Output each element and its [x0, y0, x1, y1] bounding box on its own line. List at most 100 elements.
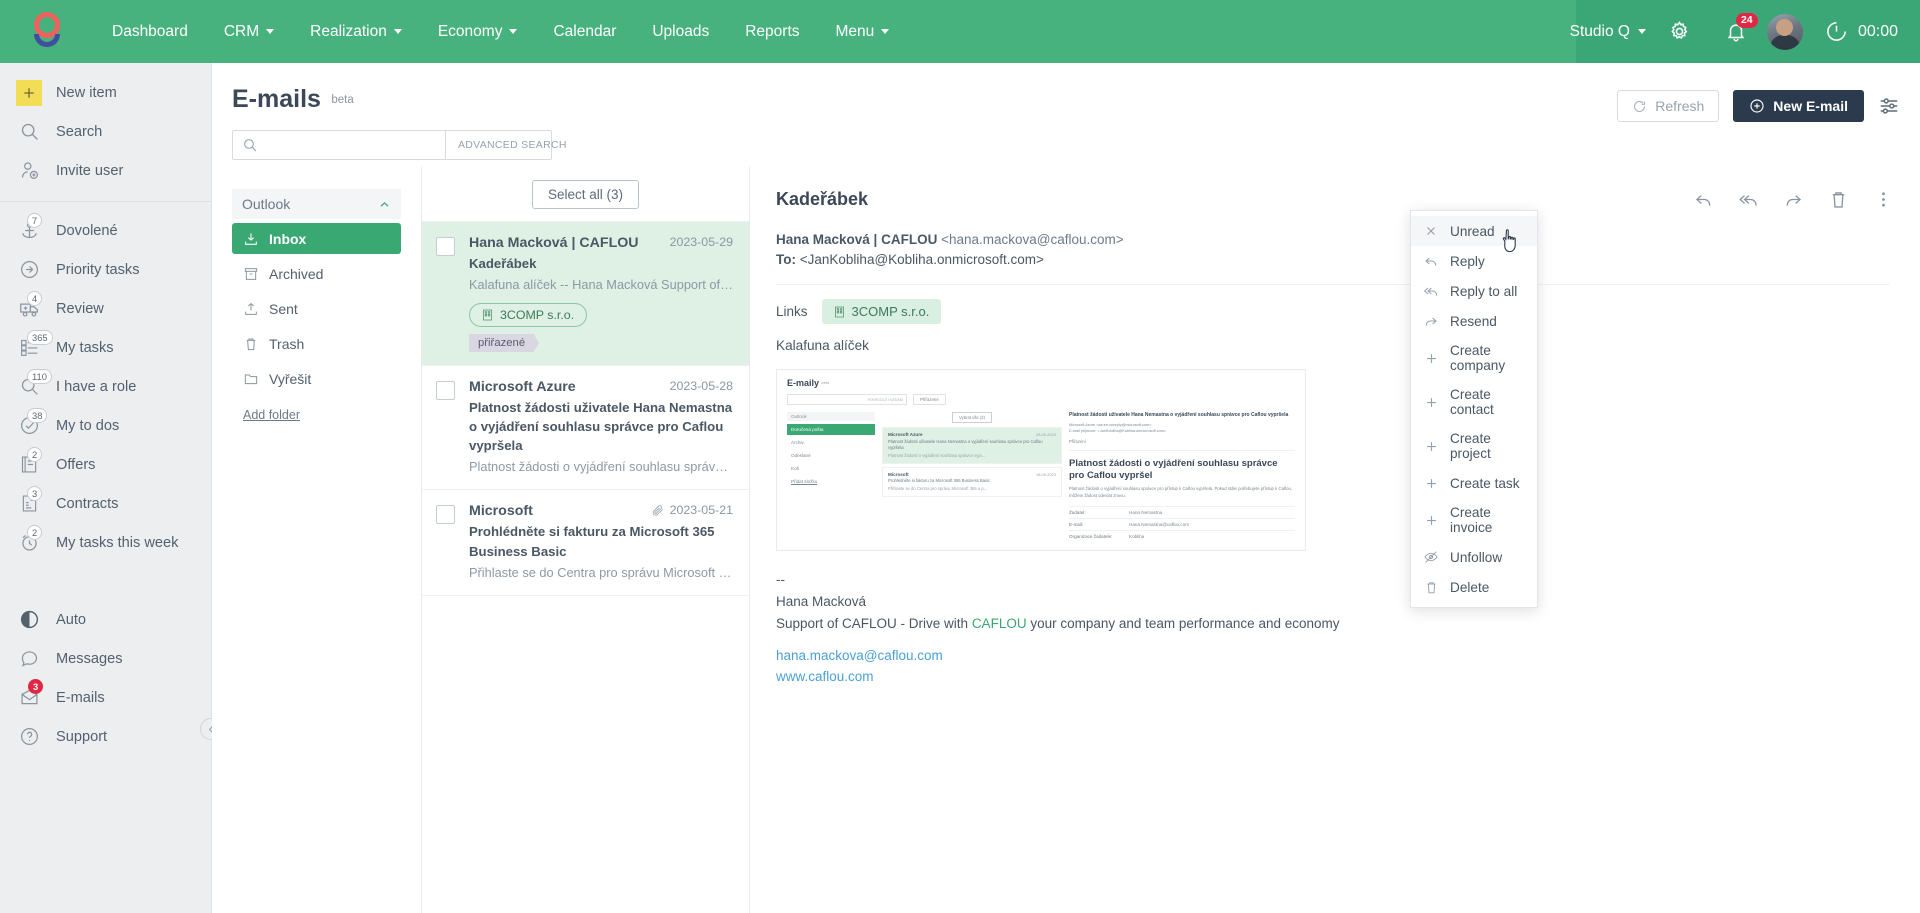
refresh-button[interactable]: Refresh	[1617, 90, 1720, 122]
sidebar-item-label: Auto	[56, 611, 87, 628]
advanced-search-button[interactable]: ADVANCED SEARCH	[445, 131, 579, 159]
sidebar-item-messages[interactable]: Messages	[0, 639, 211, 678]
mail-item-sender: Microsoft	[469, 503, 533, 520]
mail-detail-to: To: <JanKobliha@Kobliha.onmicrosoft.com>	[776, 252, 1890, 267]
more-options-icon[interactable]	[1873, 189, 1894, 210]
nav-item-reports[interactable]: Reports	[727, 0, 817, 63]
reply-all-icon	[1423, 283, 1439, 299]
shot-panel-heading: Platnost žádosti o vyjádření souhlasu sp…	[1069, 457, 1278, 481]
folder-item-vyresit[interactable]: Vyřešit	[232, 363, 401, 394]
shot-cell-value: Hana Nemastna	[1129, 509, 1163, 515]
context-menu-item-create-company[interactable]: Create company	[1411, 336, 1537, 380]
context-menu-item-delete[interactable]: Delete	[1411, 572, 1537, 602]
mail-list-item[interactable]: Microsoft Azure 2023-05-28 Platnost žádo…	[422, 366, 749, 491]
mail-detail-from-name: Hana Macková | CAFLOU	[776, 232, 938, 247]
nav-item-realization[interactable]: Realization	[292, 0, 420, 63]
timer-widget[interactable]: 00:00	[1825, 20, 1898, 43]
search-input[interactable]	[258, 137, 445, 153]
signature-web-link[interactable]: www.caflou.com	[776, 669, 874, 684]
mail-item-checkbox[interactable]	[436, 381, 455, 401]
context-menu-item-create-invoice[interactable]: Create invoice	[1411, 498, 1537, 542]
mail-list-item[interactable]: Microsoft 2023-05-21 Prohlédněte si fakt…	[422, 490, 749, 596]
sidebar-item-emails[interactable]: 3 E-mails	[0, 678, 211, 717]
nav-label: CRM	[223, 22, 260, 40]
folder-item-trash[interactable]: Trash	[232, 328, 401, 359]
sidebar-item-my-tasks-this-week[interactable]: 2 My tasks this week	[0, 523, 211, 562]
chevron-down-icon	[266, 29, 275, 34]
context-menu-item-reply[interactable]: Reply	[1411, 246, 1537, 276]
sidebar-item-review[interactable]: 4 Review	[0, 289, 211, 328]
sidebar-badge: 365	[27, 329, 53, 345]
sidebar-item-dovolene[interactable]: 7 Dovolené	[0, 211, 211, 250]
notifications-badge: 24	[1735, 12, 1758, 28]
workspace-label: Studio Q	[1569, 22, 1630, 40]
sidebar-badge: 7	[27, 212, 43, 228]
context-menu-item-reply-to-all[interactable]: Reply to all	[1411, 276, 1537, 306]
mail-signature: -- Hana Macková Support of CAFLOU - Driv…	[750, 569, 1920, 688]
new-email-button[interactable]: New E-mail	[1733, 90, 1864, 122]
alarm-clock-icon: 2	[14, 524, 44, 558]
inbox-icon	[243, 231, 259, 247]
sidebar-item-offers[interactable]: 2 Offers	[0, 445, 211, 484]
sidebar-item-label: Offers	[56, 456, 96, 473]
add-folder-link[interactable]: Add folder	[243, 408, 300, 422]
nav-item-calendar[interactable]: Calendar	[535, 0, 634, 63]
plus-circle-icon	[1749, 98, 1765, 114]
nav-item-menu[interactable]: Menu	[818, 0, 908, 63]
signature-email-link[interactable]: hana.mackova@caflou.com	[776, 648, 943, 663]
sidebar-badge: 2	[27, 446, 43, 462]
mail-list-header: Select all (3)	[422, 167, 749, 222]
folder-item-archived[interactable]: Archived	[232, 258, 401, 289]
nav-item-dashboard[interactable]: Dashboard	[94, 0, 206, 63]
shot-search-field: POKROČILÉ HLEDÁNÍ	[787, 394, 907, 405]
mail-item-date-value: 2023-05-21	[669, 503, 733, 518]
sidebar-item-invite-user[interactable]: Invite user	[0, 151, 211, 190]
context-menu-item-create-project[interactable]: Create project	[1411, 424, 1537, 468]
context-menu-item-unfollow[interactable]: Unfollow	[1411, 542, 1537, 572]
reply-icon[interactable]	[1693, 189, 1714, 210]
sidebar-item-i-have-a-role[interactable]: 110 I have a role	[0, 367, 211, 406]
select-all-button[interactable]: Select all (3)	[531, 179, 640, 209]
mail-item-date-value: 2023-05-28	[669, 379, 733, 394]
sidebar-item-my-to-dos[interactable]: 38 My to dos	[0, 406, 211, 445]
nav-item-uploads[interactable]: Uploads	[634, 0, 727, 63]
workspace-switcher[interactable]: Studio Q	[1570, 23, 1646, 41]
mail-list-item[interactable]: Hana Macková | CAFLOU 2023-05-29 Kadeřáb…	[422, 222, 749, 367]
folder-item-inbox[interactable]: Inbox	[232, 223, 401, 254]
reply-all-icon[interactable]	[1738, 189, 1759, 210]
list-settings-icon[interactable]	[1878, 95, 1900, 117]
shot-detail-from: Microsoft Azure <azure-noreply@microsoft…	[1069, 423, 1152, 427]
linked-company-chip[interactable]: 3COMP s.r.o.	[821, 299, 942, 324]
sidebar-item-new-item[interactable]: New item	[0, 73, 211, 112]
context-menu-item-create-task[interactable]: Create task	[1411, 468, 1537, 498]
notifications-bell[interactable]: 24	[1725, 12, 1758, 43]
forward-icon[interactable]	[1783, 189, 1804, 210]
folder-item-sent[interactable]: Sent	[232, 293, 401, 324]
company-pill[interactable]: 3COMP s.r.o.	[469, 303, 588, 328]
context-menu-item-resend[interactable]: Resend	[1411, 306, 1537, 336]
sidebar-item-my-tasks[interactable]: 365 My tasks	[0, 328, 211, 367]
nav-label: Economy	[437, 22, 503, 40]
mail-item-checkbox[interactable]	[436, 237, 455, 256]
settings-gear-icon[interactable]	[1668, 20, 1691, 43]
nav-item-crm[interactable]: CRM	[206, 0, 292, 63]
caflou-logo-icon[interactable]	[0, 0, 94, 63]
context-menu-item-unread[interactable]: Unread	[1411, 216, 1537, 246]
caflou-brand-link[interactable]: CAFLOU	[972, 616, 1027, 631]
assignment-tag: přiřazené	[469, 334, 540, 353]
nav-item-economy[interactable]: Economy	[420, 0, 536, 63]
forward-icon	[1423, 313, 1439, 329]
sidebar-item-contracts[interactable]: 3 Contracts	[0, 484, 211, 523]
mail-item-checkbox[interactable]	[436, 505, 455, 525]
sidebar-item-priority-tasks[interactable]: Priority tasks	[0, 250, 211, 289]
delete-icon[interactable]	[1828, 189, 1849, 210]
sidebar-item-auto[interactable]: Auto	[0, 600, 211, 639]
sidebar-item-label: Review	[56, 300, 104, 317]
context-menu-label: Resend	[1450, 313, 1497, 329]
folder-label: Archived	[269, 265, 324, 282]
user-avatar[interactable]	[1766, 13, 1803, 50]
sidebar-item-search[interactable]: Search	[0, 112, 211, 151]
sidebar-item-support[interactable]: Support	[0, 717, 211, 756]
account-outlook-header[interactable]: Outlook	[232, 189, 401, 219]
context-menu-item-create-contact[interactable]: Create contact	[1411, 380, 1537, 424]
